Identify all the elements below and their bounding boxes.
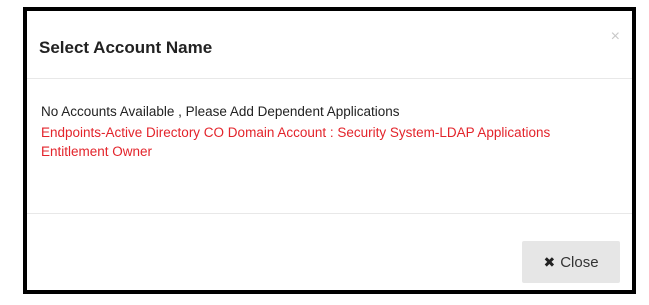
close-button[interactable]: ✖ Close [522, 241, 620, 283]
no-accounts-message: No Accounts Available , Please Add Depen… [41, 104, 400, 119]
select-account-modal: Select Account Name × No Accounts Availa… [23, 7, 636, 294]
modal-footer: ✖ Close [27, 214, 632, 290]
close-icon: ✖ [543, 254, 556, 270]
dependent-applications-error: Endpoints-Active Directory CO Domain Acc… [41, 125, 551, 159]
modal-header: Select Account Name × [27, 11, 632, 79]
close-button-label: Close [560, 253, 599, 271]
modal-title: Select Account Name [39, 38, 213, 57]
close-icon[interactable]: × [611, 29, 620, 45]
modal-body: No Accounts Available , Please Add Depen… [27, 79, 632, 214]
